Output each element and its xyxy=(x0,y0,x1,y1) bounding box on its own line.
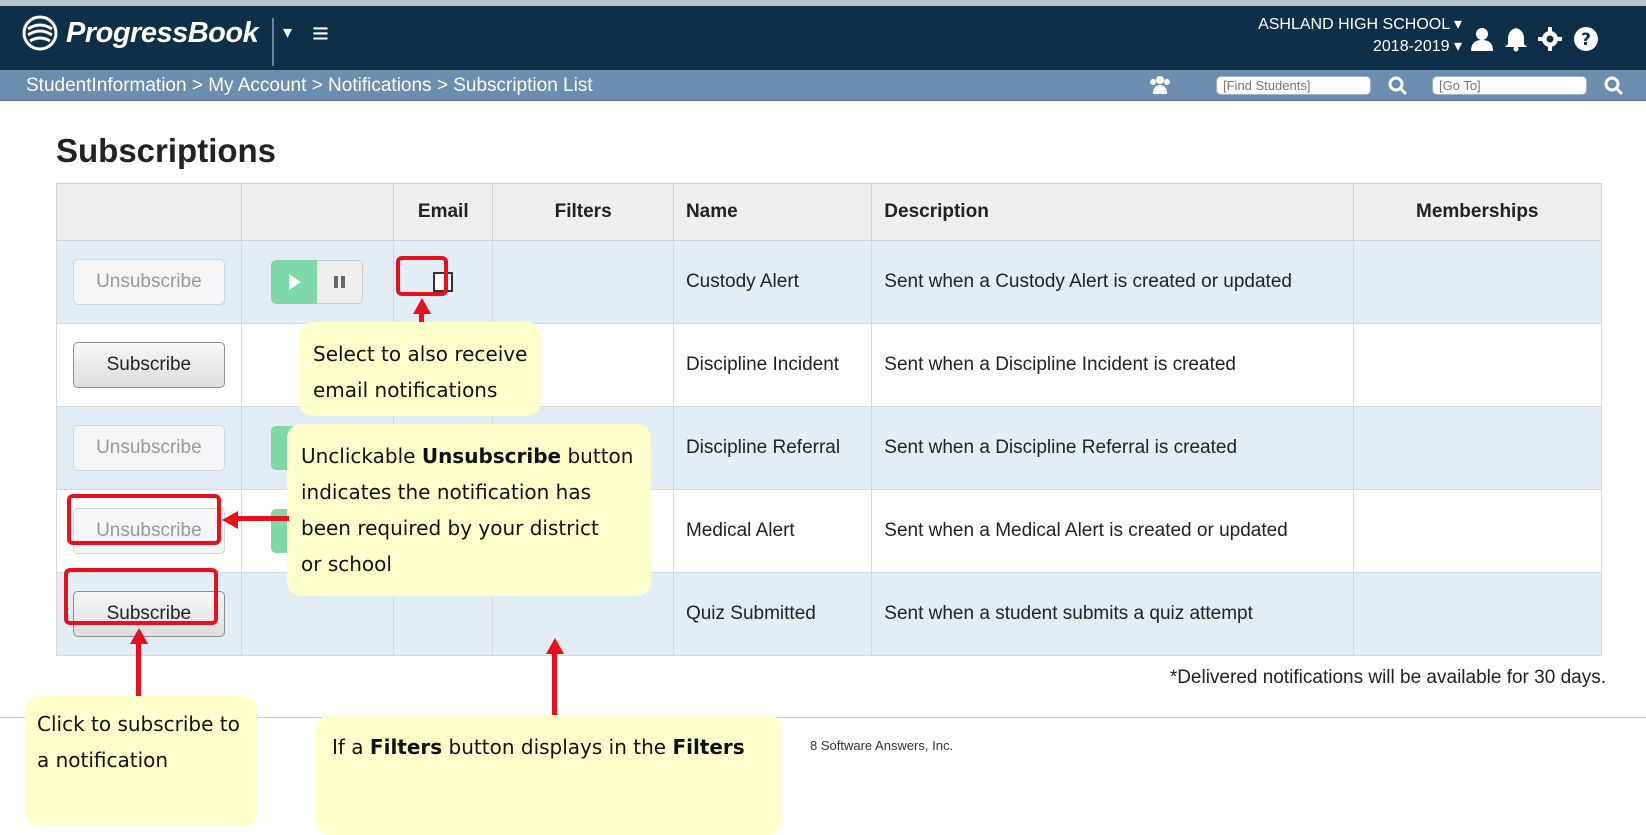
notification-name: Custody Alert xyxy=(672,240,873,324)
topbar-divider xyxy=(272,18,274,66)
column-header-description: Description xyxy=(871,183,1354,241)
chevron-down-icon: ▾ xyxy=(1453,38,1462,55)
app-switcher-caret-icon[interactable]: ▾ xyxy=(283,22,292,43)
callout-text: indicates the notification has xyxy=(301,480,592,504)
memberships-cell xyxy=(1352,572,1603,656)
memberships-cell xyxy=(1352,323,1603,407)
unsubscribe-button[interactable]: Unsubscribe xyxy=(72,259,225,305)
callout-text: If a xyxy=(332,735,370,759)
page-title: Subscriptions xyxy=(56,132,277,169)
column-header-name: Name xyxy=(672,183,873,241)
filters-cell xyxy=(492,240,674,324)
bell-icon[interactable] xyxy=(1503,26,1529,52)
notification-name: Discipline Referral xyxy=(672,406,873,490)
notification-name: Discipline Incident xyxy=(672,323,873,407)
unsubscribe-button[interactable]: Unsubscribe xyxy=(72,425,225,471)
play-icon[interactable] xyxy=(271,260,318,304)
callout-text: or school xyxy=(301,552,392,576)
memberships-cell xyxy=(1352,406,1603,490)
column-header-memberships: Memberships xyxy=(1352,183,1603,241)
unsubscribe-highlight xyxy=(67,494,221,545)
notification-name: Quiz Submitted xyxy=(672,572,873,656)
email-callout-line: Select to also receive xyxy=(313,342,528,366)
gear-icon[interactable] xyxy=(1537,26,1563,52)
pause-icon[interactable] xyxy=(317,260,364,304)
column-header xyxy=(240,183,395,241)
callout-bold-text: Unsubscribe xyxy=(421,444,562,468)
subscribe-highlight xyxy=(64,568,218,625)
search-icon[interactable] xyxy=(1388,76,1408,96)
unsubscribe-callout-arrow xyxy=(238,516,289,521)
hamburger-menu-icon[interactable]: ≡ xyxy=(312,20,329,49)
top-bar: ProgressBook ▾ ≡ ASHLAND HIGH SCHOOL ▾ 2… xyxy=(0,0,1646,70)
students-group-icon[interactable] xyxy=(1149,75,1171,95)
memberships-cell xyxy=(1352,240,1603,324)
svg-text:?: ? xyxy=(1581,30,1591,50)
play-pause-toggle[interactable] xyxy=(271,260,364,304)
breadcrumb-bar: StudentInformation > My Account > Notifi… xyxy=(0,70,1646,101)
callout-text: button displays in the xyxy=(442,735,673,759)
arrow-head-icon xyxy=(546,638,564,654)
retention-note: *Delivered notifications will be availab… xyxy=(1169,667,1606,688)
email-checkbox-highlight xyxy=(396,256,448,296)
notification-name: Medical Alert xyxy=(672,489,873,573)
column-header-email: Email xyxy=(393,183,494,241)
chevron-down-icon: ▾ xyxy=(1453,16,1462,33)
notification-description: Sent when a student submits a quiz attem… xyxy=(871,572,1354,656)
table-row: Subscribe Discipline Incident Sent when … xyxy=(56,323,1603,407)
filters-callout: If a Filters button displays in the Filt… xyxy=(316,715,782,835)
callout-text: been required by your district xyxy=(301,516,599,540)
help-icon[interactable]: ? xyxy=(1573,26,1599,52)
logo-icon xyxy=(22,15,58,51)
subscribe-button[interactable]: Subscribe xyxy=(72,342,225,388)
school-name[interactable]: ASHLAND HIGH SCHOOL xyxy=(1258,16,1449,33)
go-to-input[interactable] xyxy=(1432,76,1587,95)
callout-bold-text: Filters xyxy=(369,735,443,759)
memberships-cell xyxy=(1352,489,1603,573)
notification-description: Sent when a Discipline Referral is creat… xyxy=(871,406,1354,490)
arrow-head-icon xyxy=(413,298,431,314)
logo-text: ProgressBook xyxy=(66,16,259,49)
search-icon[interactable] xyxy=(1604,76,1624,96)
subscribe-callout-line: Click to subscribe to xyxy=(37,712,240,736)
school-year[interactable]: 2018-2019 xyxy=(1373,38,1450,55)
arrow-head-icon xyxy=(130,628,148,644)
notification-description: Sent when a Medical Alert is created or … xyxy=(871,489,1354,573)
column-header xyxy=(56,183,242,241)
column-header-filters: Filters xyxy=(492,183,674,241)
user-icon[interactable] xyxy=(1469,26,1495,52)
callout-bold-text: Filters xyxy=(672,735,745,759)
subscribe-callout-arrow xyxy=(136,644,141,696)
table-row: Unsubscribe Custody Alert Sent when a Cu… xyxy=(56,240,1603,324)
school-year-selector[interactable]: ASHLAND HIGH SCHOOL ▾ 2018-2019 ▾ xyxy=(1258,14,1462,58)
unclickable-callout: Unclickable Unsubscribe button indicates… xyxy=(287,424,651,596)
notification-description: Sent when a Discipline Incident is creat… xyxy=(871,323,1354,407)
table-header-row: Email Filters Name Description Membershi… xyxy=(56,183,1603,241)
callout-text: button xyxy=(561,444,634,468)
notification-description: Sent when a Custody Alert is created or … xyxy=(871,240,1354,324)
callout-text: Unclickable xyxy=(301,444,422,468)
find-students-input[interactable] xyxy=(1216,76,1371,95)
copyright: 8 Software Answers, Inc. xyxy=(810,738,954,753)
progressbook-logo[interactable]: ProgressBook xyxy=(22,15,259,51)
email-callout: Select to also receive email notificatio… xyxy=(299,322,541,416)
filters-callout-arrow xyxy=(552,654,557,716)
breadcrumb[interactable]: StudentInformation > My Account > Notifi… xyxy=(26,75,593,97)
subscribe-callout-line: a notification xyxy=(37,748,169,772)
arrow-head-icon xyxy=(222,511,238,529)
email-callout-line: email notifications xyxy=(313,378,498,402)
subscribe-callout: Click to subscribe to a notification xyxy=(25,696,258,826)
